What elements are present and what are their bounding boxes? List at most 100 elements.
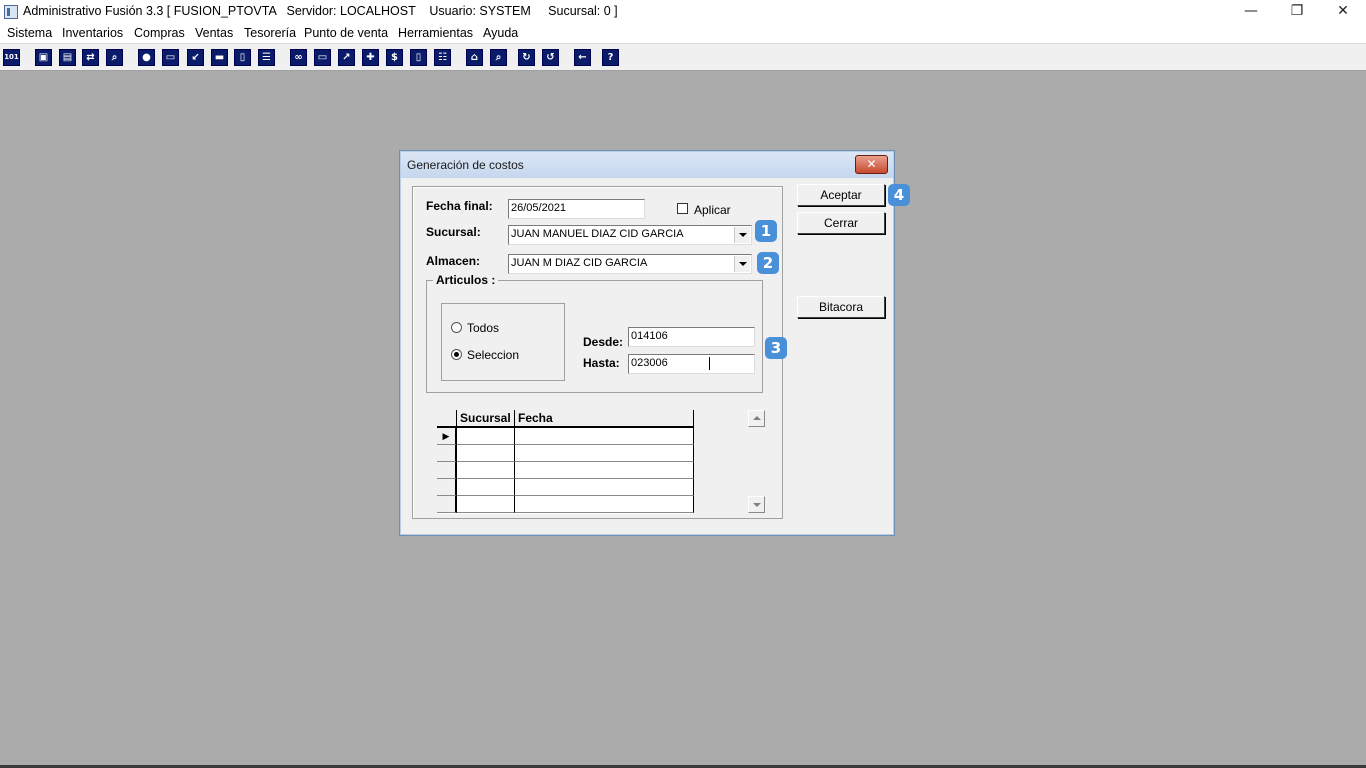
grid-corner: [437, 410, 457, 428]
fecha-final-label: Fecha final:: [426, 199, 493, 213]
step-badge-2: 2: [757, 252, 779, 274]
sucursal-label: Sucursal:: [426, 225, 481, 239]
table-cell[interactable]: [515, 479, 694, 496]
money-icon[interactable]: $: [386, 49, 403, 66]
almacen-label: Almacen:: [426, 254, 481, 268]
table-cell[interactable]: [515, 496, 694, 513]
chevron-down-icon[interactable]: [734, 256, 750, 272]
transfer-icon[interactable]: ⇄: [82, 49, 99, 66]
table-icon[interactable]: ☷: [434, 49, 451, 66]
bitacora-label: Bitacora: [818, 300, 864, 314]
scroll-down-icon[interactable]: [748, 496, 765, 513]
menu-bar: Sistema Inventarios Compras Ventas Tesor…: [0, 24, 1366, 43]
aplicar-label: Aplicar: [694, 203, 731, 217]
step-badge-1: 1: [755, 220, 777, 242]
table-cell[interactable]: [457, 428, 515, 445]
generacion-costos-dialog: Generación de costos ✕ Fecha final: 26/0…: [399, 150, 895, 536]
document-icon[interactable]: ▯: [234, 49, 251, 66]
table-cell[interactable]: [457, 462, 515, 479]
seleccion-label: Seleccion: [467, 348, 520, 362]
table-cell[interactable]: [515, 462, 694, 479]
chevron-down-icon[interactable]: [734, 227, 750, 243]
seleccion-radio[interactable]: [451, 349, 462, 360]
desde-field[interactable]: 014106: [628, 327, 755, 347]
menu-ayuda[interactable]: Ayuda: [483, 26, 518, 40]
articulos-groupbox: Articulos : Todos Seleccion Desde: 01410…: [426, 273, 763, 393]
row-header[interactable]: [437, 479, 457, 496]
menu-compras[interactable]: Compras: [134, 26, 185, 40]
add-icon[interactable]: ✚: [362, 49, 379, 66]
menu-herramientas[interactable]: Herramientas: [398, 26, 473, 40]
table-cell[interactable]: [457, 445, 515, 462]
app-icon: [4, 5, 18, 19]
todos-label: Todos: [467, 321, 500, 335]
hasta-label: Hasta:: [583, 356, 620, 370]
grid-scrollbar[interactable]: [748, 410, 765, 515]
home-icon[interactable]: ⌂: [466, 49, 483, 66]
menu-ventas[interactable]: Ventas: [195, 26, 233, 40]
row-header[interactable]: [437, 496, 457, 513]
box-icon[interactable]: ▭: [314, 49, 331, 66]
import-icon[interactable]: ↙: [187, 49, 204, 66]
desde-label: Desde:: [583, 335, 624, 349]
scroll-up-icon[interactable]: [748, 410, 765, 427]
menu-sistema[interactable]: Sistema: [7, 26, 52, 40]
aplicar-checkbox[interactable]: [677, 203, 688, 214]
hasta-value: 023006: [631, 357, 668, 369]
hasta-field[interactable]: 023006: [628, 354, 755, 374]
clipboard-icon[interactable]: ▤: [59, 49, 76, 66]
almacen-combo[interactable]: JUAN M DIAZ CID GARCIA: [508, 254, 752, 274]
zoom-icon[interactable]: ⌕: [106, 49, 123, 66]
list-icon[interactable]: ☰: [258, 49, 275, 66]
grid-header-sucursal[interactable]: Sucursal: [457, 410, 515, 428]
user-icon[interactable]: ●: [138, 49, 155, 66]
row-header[interactable]: [437, 445, 457, 462]
table-cell[interactable]: [515, 445, 694, 462]
bitacora-button[interactable]: Bitacora: [797, 296, 885, 318]
toolbar: 101 ▣ ▤ ⇄ ⌕ ● ▭ ↙ ▬ ▯ ☰ ∞ ▭ ↗ ✚ $ ▯ ☷ ⌂ …: [0, 43, 1366, 71]
restore-button[interactable]: ❐: [1274, 0, 1320, 24]
copy-icon[interactable]: ▣: [35, 49, 52, 66]
undo-icon[interactable]: ↺: [542, 49, 559, 66]
print-icon[interactable]: ▬: [211, 49, 228, 66]
export-icon[interactable]: ↗: [338, 49, 355, 66]
back-arrow-icon[interactable]: ←: [574, 49, 591, 66]
row-header[interactable]: [437, 462, 457, 479]
dialog-title: Generación de costos: [407, 158, 524, 172]
refresh-icon[interactable]: ↻: [518, 49, 535, 66]
page-icon[interactable]: ▯: [410, 49, 427, 66]
minimize-button[interactable]: —: [1228, 0, 1274, 24]
cerrar-button[interactable]: Cerrar: [797, 212, 885, 234]
menu-tesoreria[interactable]: Tesorería: [244, 26, 296, 40]
menu-punto-de-venta[interactable]: Punto de venta: [304, 26, 388, 40]
aceptar-button[interactable]: Aceptar: [797, 184, 885, 206]
binoculars-icon[interactable]: ∞: [290, 49, 307, 66]
title-bar: Administrativo Fusión 3.3 [ FUSION_PTOVT…: [0, 0, 1366, 24]
grid-header-fecha[interactable]: Fecha: [515, 410, 694, 428]
row-indicator[interactable]: ▶: [437, 428, 457, 445]
folder-icon[interactable]: ▭: [162, 49, 179, 66]
table-cell[interactable]: [515, 428, 694, 445]
about-icon[interactable]: 101: [3, 49, 20, 66]
fecha-final-field[interactable]: 26/05/2021: [508, 199, 645, 219]
step-badge-4: 4: [888, 184, 910, 206]
dialog-close-button[interactable]: ✕: [855, 155, 888, 174]
text-cursor: [709, 357, 710, 370]
table-cell[interactable]: [457, 479, 515, 496]
dialog-title-bar: Generación de costos ✕: [401, 152, 893, 178]
table-cell[interactable]: [457, 496, 515, 513]
close-button[interactable]: ✕: [1320, 0, 1366, 24]
articulos-radio-panel: Todos Seleccion: [441, 303, 565, 381]
help-icon[interactable]: ?: [602, 49, 619, 66]
search-icon[interactable]: ⌕: [490, 49, 507, 66]
form-frame: Fecha final: 26/05/2021 Aplicar Sucursal…: [412, 186, 783, 519]
almacen-value: JUAN M DIAZ CID GARCIA: [511, 257, 648, 269]
articulos-label: Articulos :: [433, 273, 499, 287]
menu-inventarios[interactable]: Inventarios: [62, 26, 123, 40]
todos-radio[interactable]: [451, 322, 462, 333]
costos-grid[interactable]: Sucursal Fecha ▶: [437, 410, 694, 514]
sucursal-combo[interactable]: JUAN MANUEL DIAZ CID GARCIA: [508, 225, 752, 245]
dialog-body: Fecha final: 26/05/2021 Aplicar Sucursal…: [405, 178, 889, 530]
step-badge-3: 3: [765, 337, 787, 359]
sucursal-value: JUAN MANUEL DIAZ CID GARCIA: [511, 228, 684, 240]
